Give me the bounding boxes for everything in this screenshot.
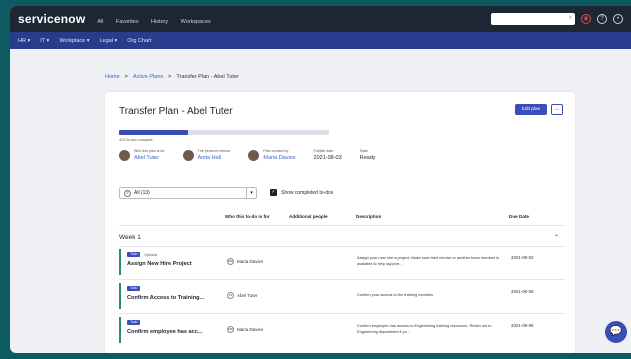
progress-bar <box>119 130 329 135</box>
todo-filter-select[interactable]: ☰ All (13) ▾ <box>119 187 257 199</box>
col-who: Who this to-do is for <box>225 214 270 219</box>
todo-assignee: MD Maria Davies <box>227 326 263 333</box>
assignee-name: Abel Tuter <box>237 293 258 298</box>
brand-logo[interactable]: servicenow <box>18 12 85 26</box>
divider <box>119 246 565 247</box>
top-bar: servicenow All Favorites History Workspa… <box>10 6 631 32</box>
subnav-legal[interactable]: Legal ▾ <box>99 38 117 44</box>
todo-name[interactable]: Confirm Access to Training... <box>127 295 204 301</box>
meta-value: Ready <box>359 155 376 161</box>
progress-label: 4/12 to-dos complete <box>119 138 153 142</box>
todo-description: Assign your new hire a project. Make sur… <box>357 255 500 266</box>
meta-value-link[interactable]: Abel Tuter <box>134 155 165 161</box>
todo-description: Confirm employee has access to Engineeri… <box>357 323 492 334</box>
meta-publish-date: Publish date 2021-08-03 <box>314 149 342 161</box>
meta-label: Who this plan is for <box>134 149 165 153</box>
subnav-workplace[interactable]: Workplace ▾ <box>59 38 89 44</box>
divider <box>119 225 565 226</box>
scope-icon[interactable]: ◉ <box>581 14 591 24</box>
progress-fill <box>119 130 189 135</box>
avatar <box>119 150 130 161</box>
meta-state: State Ready <box>360 149 376 161</box>
meta-value-link[interactable]: Maria Davies <box>263 155 295 161</box>
meta-label: Plan created by <box>263 149 289 153</box>
subnav-it[interactable]: IT ▾ <box>40 38 49 44</box>
meta-label: The person's mentor <box>197 149 231 153</box>
divider <box>119 313 565 314</box>
filter-value: All (13) <box>134 190 150 196</box>
sub-nav: HR ▾ IT ▾ Workplace ▾ Legal ▾ Org Chart <box>10 32 631 49</box>
chevron-down-icon[interactable]: ▾ <box>246 188 256 198</box>
breadcrumb-active-plans[interactable]: Active Plans <box>133 74 163 80</box>
avatar: MD <box>227 258 234 265</box>
subnav-hr[interactable]: HR ▾ <box>18 38 30 44</box>
nav-workspaces[interactable]: Workspaces <box>181 19 211 25</box>
table-row[interactable]: Todo Confirm Access to Training... AT Abe… <box>119 283 565 309</box>
breadcrumb: Home > Active Plans > Transfer Plan - Ab… <box>105 74 239 80</box>
week-heading: Week 1 <box>119 234 141 241</box>
edit-plan-button[interactable]: Edit plan <box>515 104 547 115</box>
meta-plan-for: Who this plan is for Abel Tuter <box>119 149 165 161</box>
app-window: servicenow All Favorites History Workspa… <box>10 6 631 353</box>
breadcrumb-separator: > <box>168 74 172 80</box>
meta-label: State <box>359 149 369 153</box>
assignee-name: Maria Davies <box>237 259 264 264</box>
nav-history[interactable]: History <box>151 19 168 25</box>
meta-mentor: The person's mentor Anita Hall <box>182 149 231 161</box>
filter-icon: ☰ <box>124 189 131 197</box>
show-completed-checkbox[interactable]: ✓ Show completed to-dos <box>270 189 333 196</box>
todo-name[interactable]: Assign New Hire Project <box>127 261 192 267</box>
page-title: Transfer Plan - Abel Tuter <box>119 106 233 117</box>
checkmark-icon[interactable]: ✓ <box>270 189 277 196</box>
todo-tag: Todo <box>127 320 141 325</box>
breadcrumb-current: Transfer Plan - Abel Tuter <box>176 74 239 80</box>
avatar <box>182 150 194 161</box>
todo-name[interactable]: Confirm employee has acc... <box>127 329 203 335</box>
subnav-org-chart[interactable]: Org Chart <box>127 38 151 44</box>
notification-icon[interactable]: • <box>613 14 623 24</box>
table-row[interactable]: Todo Optional Assign New Hire Project MD M… <box>119 249 565 275</box>
assignee-name: Maria Davies <box>237 327 264 332</box>
meta-value: 2021-08-03 <box>313 155 342 161</box>
top-right-tools: ⌕ ◉ ? • <box>491 13 623 25</box>
todo-tag: Todo <box>127 252 141 257</box>
nav-all[interactable]: All <box>97 19 103 25</box>
divider <box>119 279 565 280</box>
search-icon: ⌕ <box>568 15 572 21</box>
todo-assignee: AT Abel Tuter <box>227 292 258 299</box>
chevron-up-icon[interactable]: ⌃ <box>554 234 559 241</box>
avatar: AT <box>227 292 234 299</box>
todo-due-date: 2021-09-02 <box>511 255 534 260</box>
chat-icon[interactable]: 💬 <box>605 321 627 343</box>
meta-label: Publish date <box>313 149 334 153</box>
todo-due-date: 2021-09-06 <box>511 289 534 294</box>
avatar <box>248 150 260 161</box>
top-nav: All Favorites History Workspaces <box>97 10 218 28</box>
breadcrumb-home[interactable]: Home <box>105 74 120 80</box>
meta-created-by: Plan created by Maria Davies <box>248 149 296 161</box>
todo-description: Confirm your access to the training modu… <box>357 292 433 297</box>
plan-card: Transfer Plan - Abel Tuter Edit plan ...… <box>105 92 575 353</box>
avatar: MD <box>227 326 234 333</box>
global-search-input[interactable]: ⌕ <box>491 13 575 25</box>
optional-tag: Optional <box>144 252 157 257</box>
todo-tag: Todo <box>127 286 141 291</box>
todo-assignee: MD Maria Davies <box>227 258 263 265</box>
more-options-button[interactable]: ... <box>551 104 563 115</box>
table-row[interactable]: Todo Confirm employee has acc... MD Maria… <box>119 317 565 343</box>
help-icon[interactable]: ? <box>597 14 607 24</box>
plan-meta: Who this plan is for Abel Tuter The perso… <box>119 149 376 161</box>
col-description: Description <box>356 214 382 219</box>
breadcrumb-separator: > <box>124 74 128 80</box>
col-due-date: Due Date <box>509 214 529 219</box>
meta-value-link[interactable]: Anita Hall <box>198 155 231 161</box>
col-additional: Additional people <box>289 214 328 219</box>
nav-favorites[interactable]: Favorites <box>116 19 139 25</box>
checkbox-label: Show completed to-dos <box>281 189 334 196</box>
todo-due-date: 2021-09-06 <box>511 323 534 328</box>
